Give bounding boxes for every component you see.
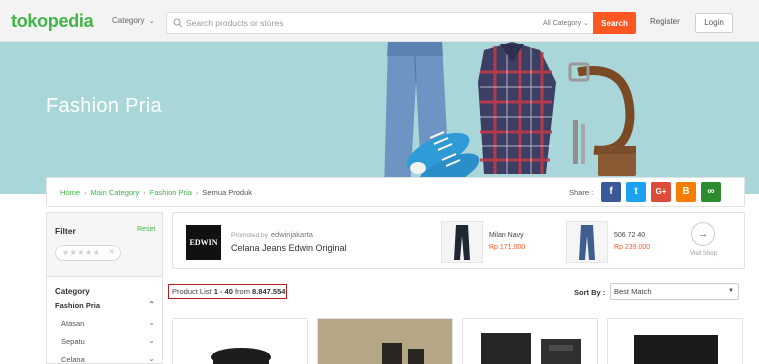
close-icon[interactable]: ✕ — [109, 246, 115, 260]
product-card[interactable] — [317, 318, 453, 364]
breadcrumb-separator: › — [195, 188, 199, 197]
jeans-image — [579, 225, 595, 260]
link-icon[interactable]: ∞ — [701, 182, 721, 202]
banner-title: Fashion Pria — [46, 95, 162, 117]
google-plus-icon[interactable]: G+ — [651, 182, 671, 202]
product-card[interactable] — [462, 318, 598, 364]
category-banner: Fashion Pria — [0, 42, 759, 194]
product-image — [608, 319, 742, 364]
share-label: Share : — [569, 188, 594, 197]
product-thumbnail[interactable] — [566, 221, 608, 263]
search-input[interactable] — [186, 16, 526, 30]
breadcrumb: Home › Main Category › Fashion Pria › Semua Pr… — [60, 188, 252, 197]
product-count: Product List 1 - 40 from 8.847.554 — [168, 284, 287, 299]
chevron-down-icon: ⌄ — [148, 336, 155, 345]
login-button[interactable]: Login — [695, 13, 733, 33]
blogger-icon[interactable]: B — [676, 182, 696, 202]
arrow-right-icon[interactable]: → — [691, 222, 715, 246]
jeans-image — [454, 225, 470, 260]
chevron-down-icon: ⌄ — [583, 20, 589, 27]
rating-filter[interactable]: ★★★★★ ✕ — [55, 245, 121, 261]
promo-title[interactable]: Celana Jeans Edwin Original — [231, 243, 347, 253]
promo-item-price: Rp 239.000 — [614, 244, 651, 251]
search-bar: All Category ⌄ Search — [166, 12, 636, 34]
category-item-fashion-pria[interactable]: Fashion Pria ⌃ — [55, 300, 155, 315]
promoted-shop-card[interactable]: EDWIN Promoted by edwinjakarta Celana Jea… — [172, 212, 745, 269]
chevron-up-icon: ⌃ — [148, 300, 155, 309]
category-item-celana[interactable]: Celana ⌄ — [55, 354, 155, 364]
product-image — [173, 319, 307, 364]
category-heading: Category — [55, 287, 90, 296]
twitter-icon[interactable]: t — [626, 182, 646, 202]
promo-item-price: Rp 171.000 — [489, 244, 526, 251]
promo-item-name[interactable]: Milan Navy — [489, 232, 524, 239]
visit-shop-link[interactable]: Visit Shop — [690, 251, 717, 257]
caret-down-icon: ▼ — [728, 288, 734, 294]
product-thumbnail[interactable] — [441, 221, 483, 263]
chevron-down-icon: ⌄ — [148, 354, 155, 363]
category-item-atasan[interactable]: Atasan ⌄ — [55, 318, 155, 333]
sort-select[interactable]: Best Match ▼ — [610, 283, 739, 300]
search-category-select[interactable]: All Category ⌄ — [543, 19, 589, 27]
breadcrumb-separator: › — [143, 188, 146, 197]
breadcrumb-separator: › — [84, 188, 87, 197]
sort-label: Sort By : — [574, 288, 606, 297]
product-card[interactable] — [607, 318, 743, 364]
promoted-by-label: Promoted by edwinjakarta — [231, 230, 313, 239]
search-button[interactable]: Search — [593, 12, 636, 34]
category-dropdown[interactable]: Category ⌄ — [112, 16, 155, 25]
filter-sidebar: Filter Reset ★★★★★ ✕ Category Fashion Pr… — [46, 212, 163, 364]
shop-logo: EDWIN — [186, 225, 221, 260]
shop-name[interactable]: edwinjakarta — [271, 230, 313, 239]
product-image — [318, 319, 452, 364]
facebook-icon[interactable]: f — [601, 182, 621, 202]
breadcrumb-main-category[interactable]: Main Category — [91, 188, 140, 197]
chevron-down-icon: ⌄ — [148, 18, 155, 25]
product-card[interactable] — [172, 318, 308, 364]
register-link[interactable]: Register — [650, 17, 680, 26]
filter-reset-link[interactable]: Reset — [137, 226, 155, 233]
category-label: Category — [112, 16, 145, 25]
promo-item-name[interactable]: 506 72 40 — [614, 232, 645, 239]
category-item-sepatu[interactable]: Sepatu ⌄ — [55, 336, 155, 351]
filter-header: Filter Reset ★★★★★ ✕ — [47, 213, 162, 277]
breadcrumb-current: Semua Produk — [202, 188, 253, 197]
breadcrumb-fashion-pria[interactable]: Fashion Pria — [150, 188, 192, 197]
breadcrumb-bar: Home › Main Category › Fashion Pria › Semua Pr… — [46, 177, 745, 207]
search-icon — [173, 18, 183, 28]
top-navbar: tokopedia Category ⌄ All Category ⌄ Sear… — [0, 0, 759, 42]
product-image — [463, 319, 597, 364]
breadcrumb-home[interactable]: Home — [60, 188, 80, 197]
star-rating-icon: ★★★★★ — [62, 248, 101, 257]
tokopedia-logo[interactable]: tokopedia — [11, 11, 94, 32]
filter-title: Filter — [55, 226, 76, 236]
chevron-down-icon: ⌄ — [148, 318, 155, 327]
fashion-banner-image — [384, 42, 636, 192]
